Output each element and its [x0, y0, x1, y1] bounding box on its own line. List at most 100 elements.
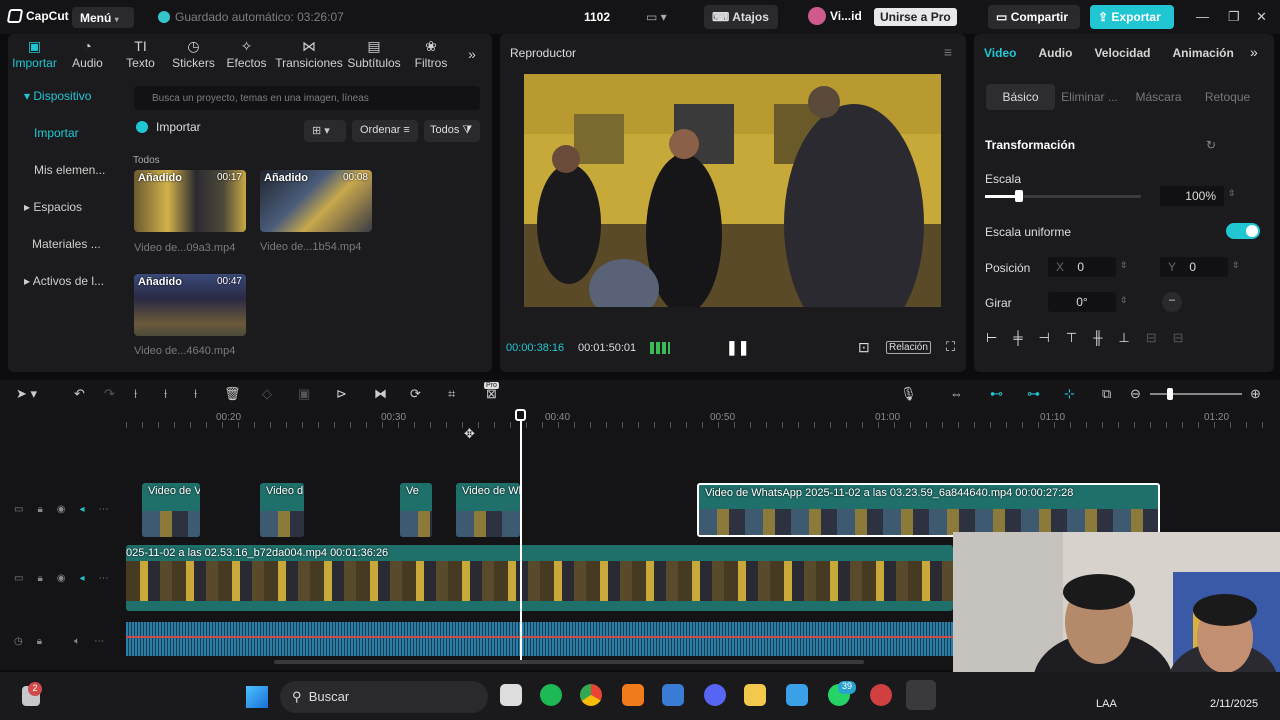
mirror-icon[interactable]: ⧓ — [374, 386, 387, 402]
cover-icon[interactable]: ▭ — [14, 573, 23, 584]
shortcuts-button[interactable]: ⌨ Atajos — [704, 5, 778, 29]
playhead-handle[interactable] — [515, 409, 526, 421]
audio-toggle-icon[interactable]: ◂ — [80, 573, 85, 584]
zoom-slider-handle[interactable] — [1167, 388, 1173, 400]
stepper-icon[interactable]: ⇳ — [1120, 295, 1128, 306]
tab-filters[interactable]: ❀ Filtros — [403, 34, 459, 76]
align-bottom-icon[interactable]: ⊥ — [1118, 330, 1129, 346]
crop-icon[interactable]: ⌗ — [448, 386, 455, 402]
rotate-dial-icon[interactable]: – — [1162, 292, 1182, 312]
eye-icon[interactable]: ◉ — [57, 504, 66, 515]
media-item[interactable]: Añadido 00:17 Video de...09a3.mp4 — [134, 170, 246, 254]
align-middle-icon[interactable]: ╫ — [1093, 330, 1102, 346]
preview-axis-icon[interactable]: ⊹ — [1064, 386, 1075, 402]
pause-button[interactable]: ❚❚ — [726, 339, 749, 356]
zoom-in-icon[interactable]: ⊕ — [1250, 386, 1261, 402]
file-app-icon[interactable] — [500, 684, 522, 706]
tab-subtitles[interactable]: ▤ Subtítulos — [345, 34, 403, 76]
tab-audio-props[interactable]: Audio — [1038, 46, 1072, 60]
export-button[interactable]: ⇪ Exportar — [1090, 5, 1174, 29]
more-icon[interactable]: ⋯ — [99, 504, 109, 515]
eye-icon[interactable]: ◉ — [57, 573, 66, 584]
split-icon[interactable]: ⟊ — [134, 386, 137, 402]
position-x-input[interactable]: X 0 — [1048, 257, 1116, 277]
overlay-clip[interactable]: Video de Wh — [456, 483, 520, 537]
tab-animation[interactable]: Animación — [1173, 46, 1234, 60]
tab-speed[interactable]: Velocidad — [1094, 46, 1150, 60]
zoom-slider[interactable] — [1150, 393, 1242, 395]
lock-icon[interactable]: 🔒︎ — [37, 636, 42, 647]
sidebar-item-assets[interactable]: ▸ Activos de l... — [8, 263, 128, 300]
more-tabs-icon[interactable]: » — [1250, 44, 1258, 60]
discord-icon[interactable] — [704, 684, 726, 706]
cover-icon[interactable]: ▭ — [14, 504, 23, 515]
scale-slider-handle[interactable] — [1015, 190, 1023, 202]
uniform-scale-toggle[interactable] — [1226, 223, 1260, 239]
tab-import[interactable]: ▣ Importar — [8, 34, 61, 76]
spotify-icon[interactable] — [540, 684, 562, 706]
tab-stickers[interactable]: ◷ Stickers — [167, 34, 220, 76]
more-icon[interactable]: ⋯ — [94, 636, 104, 647]
tab-text[interactable]: TI Texto — [114, 34, 167, 76]
align-center-h-icon[interactable]: ╪ — [1013, 330, 1022, 346]
language-indicator[interactable]: LAA — [1096, 698, 1117, 710]
tab-effects[interactable]: ✧ Efectos — [220, 34, 273, 76]
fl-studio-icon[interactable] — [622, 684, 644, 706]
menu-icon[interactable]: ≡ — [944, 44, 952, 60]
main-clip[interactable]: 025-11-02 a las 02.53.16_b72da004.mp4 00… — [126, 545, 953, 611]
close-icon[interactable]: ✕ — [1256, 9, 1267, 25]
more-tabs-icon[interactable]: » — [459, 34, 485, 76]
scale-input[interactable]: 100% — [1160, 186, 1224, 206]
ratio-button[interactable]: Relación — [886, 341, 931, 354]
minimize-icon[interactable]: — — [1196, 9, 1209, 24]
tab-transitions[interactable]: ⋈ Transiciones — [273, 34, 345, 76]
sidebar-item-my-elements[interactable]: Mis elemen... — [8, 152, 128, 189]
sidebar-item-device[interactable]: ▾ Dispositivo — [8, 78, 128, 115]
sort-button[interactable]: Ordenar ≡ — [352, 120, 418, 142]
sidebar-item-materials[interactable]: Materiales ... — [8, 226, 128, 263]
lock-icon[interactable]: 🔒︎ — [37, 573, 42, 584]
split-left-icon[interactable]: ⟊ — [164, 386, 167, 402]
subtab-remove[interactable]: Eliminar ... — [1055, 84, 1124, 110]
user-account[interactable]: Vi...id — [808, 7, 862, 25]
link-icon[interactable]: ⇔ — [950, 386, 963, 401]
subtab-basic[interactable]: Básico — [986, 84, 1055, 110]
capcut-taskbar-icon[interactable] — [906, 680, 936, 710]
volume-icon[interactable]: 🔈︎ — [74, 636, 80, 647]
rotate-input[interactable]: 0° — [1048, 292, 1116, 312]
overlay-clip[interactable]: Video d — [260, 483, 304, 537]
sidebar-item-import[interactable]: Importar — [8, 115, 128, 152]
rotate-icon[interactable]: ⟳ — [410, 386, 421, 402]
notepad-icon[interactable] — [786, 684, 808, 706]
reset-icon[interactable]: ↻ — [1206, 138, 1216, 152]
subtab-retouch[interactable]: Retoque — [1193, 84, 1262, 110]
grid-view-button[interactable]: ⊞ ▾ — [304, 120, 346, 142]
share-button[interactable]: ▭ Compartir — [988, 5, 1080, 29]
audio-waveform[interactable] — [126, 622, 953, 656]
tab-video[interactable]: Video — [984, 46, 1016, 60]
import-button[interactable]: Importar — [136, 120, 201, 134]
chrome-icon[interactable] — [580, 684, 602, 706]
overlay-clip[interactable]: Video de V — [142, 483, 200, 537]
stepper-icon[interactable]: ⇳ — [1228, 188, 1236, 199]
linkage-icon[interactable]: ⊶ — [1027, 386, 1040, 402]
select-tool-icon[interactable]: ➤ ▾ — [16, 386, 37, 402]
fit-icon[interactable]: ⧉ — [1102, 386, 1111, 402]
undo-icon[interactable]: ↶ — [74, 386, 85, 402]
delete-icon[interactable]: 🗑 — [224, 386, 241, 402]
windows-start-icon[interactable] — [246, 686, 268, 708]
audio-toggle-icon[interactable]: ◂ — [80, 504, 85, 515]
align-top-icon[interactable]: ⊤ — [1066, 330, 1077, 346]
stepper-icon[interactable]: ⇳ — [1120, 260, 1128, 271]
fullscreen-icon[interactable]: ⛶ — [946, 339, 955, 355]
calculator-icon[interactable] — [662, 684, 684, 706]
split-right-icon[interactable]: ⟊ — [194, 386, 197, 402]
overlay-clip[interactable]: Ve — [400, 483, 432, 537]
folder-icon[interactable] — [744, 684, 766, 706]
horizontal-scrollbar[interactable] — [274, 660, 864, 664]
video-preview[interactable] — [524, 74, 941, 307]
playhead[interactable] — [520, 410, 522, 660]
filter-button[interactable]: Todos ⧩ — [424, 120, 480, 142]
align-left-icon[interactable]: ⊢ — [986, 330, 997, 346]
media-item[interactable]: Añadido 00:47 Video de...4640.mp4 — [134, 274, 246, 357]
